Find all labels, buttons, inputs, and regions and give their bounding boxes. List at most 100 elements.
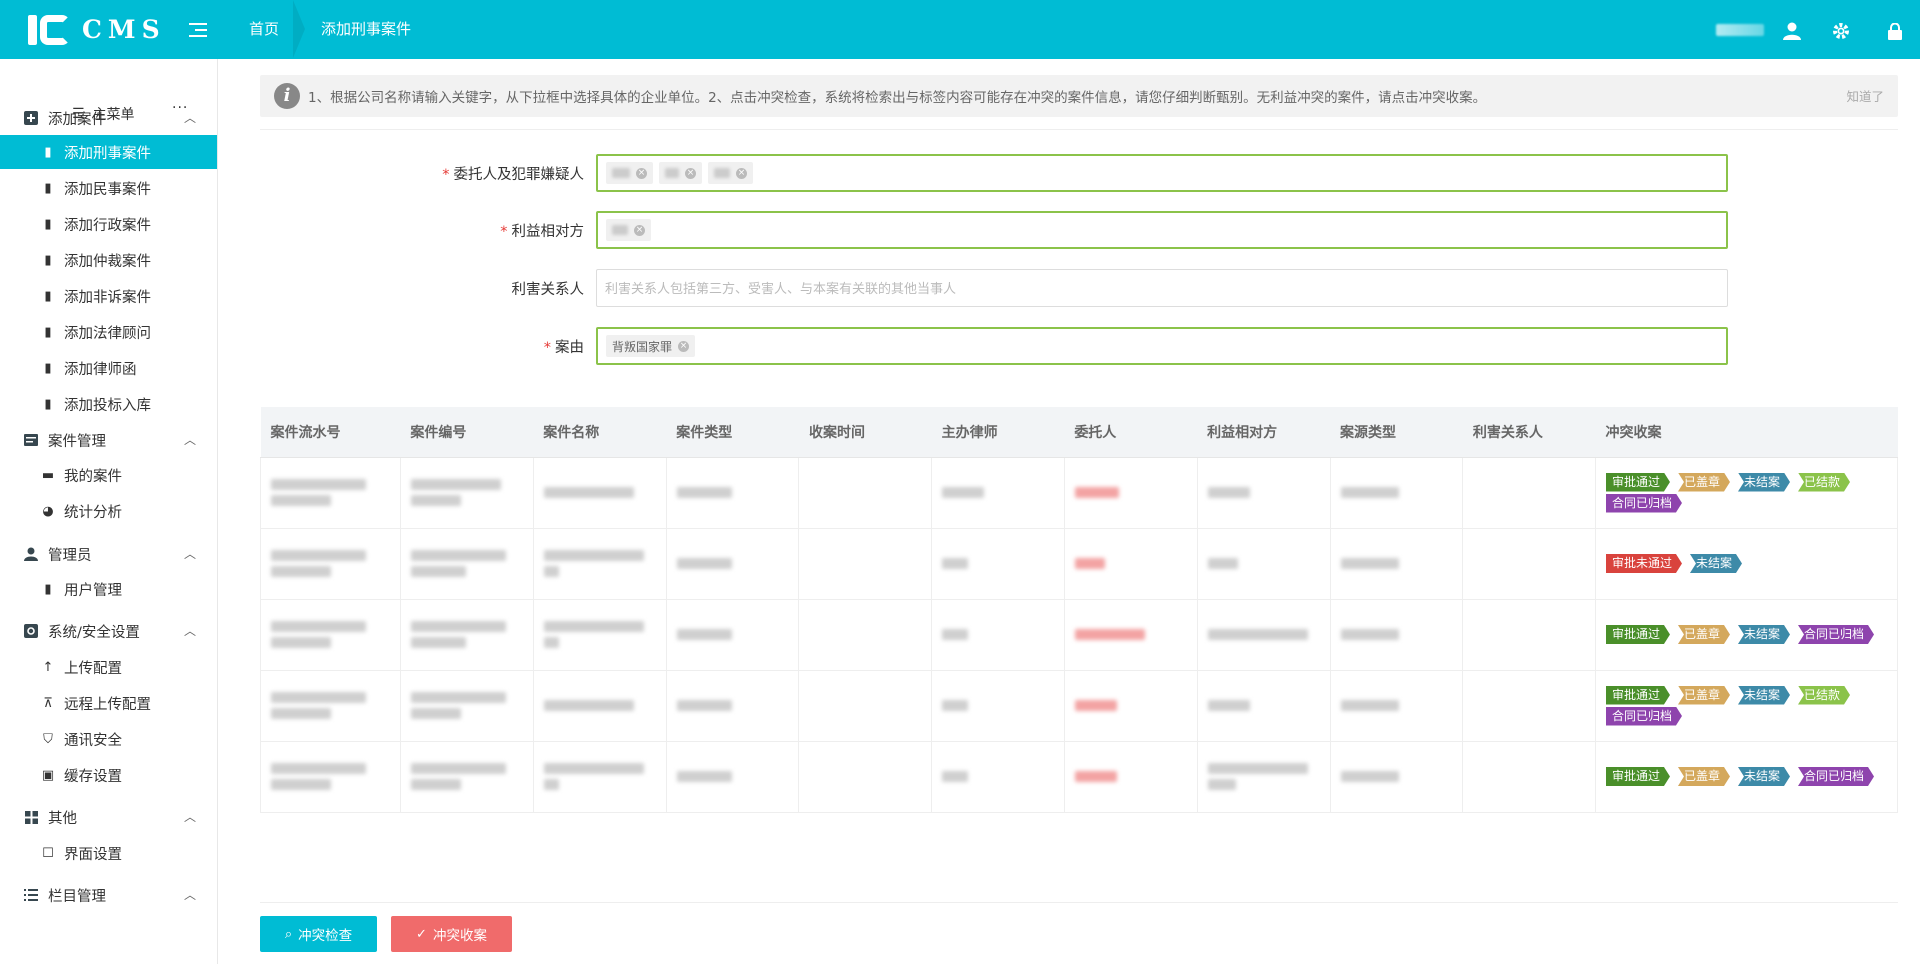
form-row-stakeholder: 利害关系人 bbox=[260, 269, 1760, 307]
sidebar-group-label: 系统/安全设置 bbox=[48, 624, 140, 641]
breadcrumb-separator bbox=[293, 0, 307, 59]
opponent-label: * 利益相对方 bbox=[500, 223, 584, 240]
cell-case-type bbox=[665, 669, 800, 742]
main-content: i 1、根据公司名称请输入关键字，从下拉框中选择具体的企业单位。2、点击冲突检查… bbox=[218, 59, 1920, 964]
cell-serial bbox=[260, 669, 401, 742]
breadcrumb-home[interactable]: 首页 bbox=[235, 0, 293, 59]
breadcrumb-current[interactable]: 添加刑事案件 bbox=[307, 0, 425, 59]
sidebar-group-add-case[interactable]: 添加案件 ︿ bbox=[0, 101, 217, 135]
sidebar-item-user-management[interactable]: ▮ 用户管理 bbox=[0, 572, 217, 606]
client-tag[interactable]: × bbox=[606, 162, 653, 184]
user-name-blurred[interactable] bbox=[1716, 23, 1764, 36]
upload-icon: ⊼ bbox=[43, 695, 53, 711]
cell-case-name bbox=[532, 598, 667, 671]
table-row[interactable]: 审批通过 已盖章 未结案 已结款 合同已归档 bbox=[260, 669, 1899, 742]
tag-remove-icon[interactable]: × bbox=[634, 224, 645, 236]
cause-tag[interactable]: 背叛国家罪 × bbox=[606, 335, 696, 357]
grid-icon bbox=[20, 810, 42, 824]
sidebar-item-add-civil[interactable]: ▮ 添加民事案件 bbox=[0, 171, 217, 205]
cell-opponent bbox=[1196, 669, 1331, 742]
cell-opponent bbox=[1196, 740, 1331, 813]
sidebar-group-other[interactable]: 其他 ︿ bbox=[0, 800, 217, 834]
tag-remove-icon[interactable]: × bbox=[678, 340, 690, 352]
tag-remove-icon[interactable]: × bbox=[636, 167, 647, 179]
sidebar-group-system-security[interactable]: 系统/安全设置 ︿ bbox=[0, 614, 217, 648]
tag-remove-icon[interactable]: × bbox=[736, 167, 747, 179]
cell-case-number bbox=[399, 456, 534, 529]
status-badge: 合同已归档 bbox=[1606, 707, 1682, 726]
gear-icon[interactable] bbox=[1812, 18, 1870, 42]
cell-stakeholder bbox=[1462, 527, 1596, 600]
sidebar-item-upload-config[interactable]: ↑ 上传配置 bbox=[0, 650, 217, 684]
cell-source-type bbox=[1329, 456, 1464, 529]
sidebar-item-label: 添加投标入库 bbox=[64, 397, 151, 414]
opponent-tag-input[interactable]: × bbox=[596, 211, 1728, 249]
plus-square-icon bbox=[20, 111, 42, 125]
sidebar-group-column-management[interactable]: 栏目管理 ︿ bbox=[0, 878, 217, 912]
conflict-accept-button[interactable]: ✓ 冲突收案 bbox=[391, 916, 512, 952]
sidebar-item-communication-security[interactable]: ⛉ 通讯安全 bbox=[0, 722, 217, 756]
sidebar-item-add-arbitration[interactable]: ▮ 添加仲裁案件 bbox=[0, 243, 217, 277]
client-tag[interactable]: × bbox=[659, 162, 702, 184]
user-icon[interactable] bbox=[1772, 18, 1812, 42]
sidebar-item-label: 添加民事案件 bbox=[64, 181, 151, 198]
status-badge: 未结案 bbox=[1738, 473, 1790, 492]
sidebar-item-cache-settings[interactable]: ▣ 缓存设置 bbox=[0, 758, 217, 792]
sidebar-item-remote-upload-config[interactable]: ⊼ 远程上传配置 bbox=[0, 686, 217, 720]
sidebar-group-admin[interactable]: 管理员 ︿ bbox=[0, 537, 217, 571]
sidebar-item-my-cases[interactable]: ▬ 我的案件 bbox=[0, 458, 217, 492]
conflict-check-button[interactable]: ⌕ 冲突检查 bbox=[260, 916, 377, 952]
lock-icon[interactable] bbox=[1870, 18, 1920, 42]
list-card-icon bbox=[20, 434, 42, 446]
tag-remove-icon[interactable]: × bbox=[685, 167, 696, 179]
opponent-tag[interactable]: × bbox=[606, 219, 651, 241]
status-badge: 审批未通过 bbox=[1606, 554, 1682, 573]
col-accept-time: 收案时间 bbox=[798, 407, 932, 458]
sidebar-group-label: 管理员 bbox=[48, 547, 92, 564]
shield-icon: ⛉ bbox=[43, 731, 53, 747]
logo[interactable]: CMS bbox=[0, 0, 175, 59]
sidebar-item-label: 添加仲裁案件 bbox=[64, 253, 151, 270]
sidebar-item-add-administrative[interactable]: ▮ 添加行政案件 bbox=[0, 207, 217, 241]
cell-client bbox=[1063, 527, 1198, 600]
sidebar-item-ui-settings[interactable]: ☐ 界面设置 bbox=[0, 836, 217, 870]
divider bbox=[260, 129, 1898, 130]
table-row[interactable]: 审批通过 已盖章 未结案 合同已归档 bbox=[260, 740, 1899, 813]
book-icon: ▮ bbox=[44, 252, 52, 268]
cell-case-number bbox=[399, 740, 534, 813]
stakeholder-input-box[interactable] bbox=[596, 269, 1728, 307]
tip-dismiss-link[interactable]: 知道了 bbox=[1846, 86, 1884, 105]
sidebar-item-add-lawyer-letter[interactable]: ▮ 添加律师函 bbox=[0, 351, 217, 385]
table-row[interactable]: 审批未通过 未结案 bbox=[260, 527, 1899, 600]
status-badge: 审批通过 bbox=[1606, 473, 1670, 492]
status-badge: 未结案 bbox=[1738, 686, 1790, 705]
sidebar-item-add-bid[interactable]: ▮ 添加投标入库 bbox=[0, 387, 217, 421]
table-row[interactable]: 审批通过 已盖章 未结案 已结款 合同已归档 bbox=[260, 456, 1899, 529]
cause-label: * 案由 bbox=[543, 339, 584, 356]
sidebar-group-case-management[interactable]: 案件管理 ︿ bbox=[0, 423, 217, 457]
cell-case-type bbox=[665, 527, 800, 600]
client-tag[interactable]: × bbox=[708, 162, 753, 184]
sidebar-item-add-non-litigation[interactable]: ▮ 添加非诉案件 bbox=[0, 279, 217, 313]
square-icon: ☐ bbox=[42, 845, 54, 861]
sidebar-item-add-legal-advisor[interactable]: ▮ 添加法律顾问 bbox=[0, 315, 217, 349]
table-row[interactable]: 审批通过 已盖章 未结案 合同已归档 bbox=[260, 598, 1899, 671]
table-header-row: 案件流水号 案件编号 案件名称 案件类型 收案时间 主办律师 委托人 利益相对方… bbox=[260, 407, 1898, 458]
client-tag-input[interactable]: × × × bbox=[596, 154, 1728, 192]
sidebar-item-statistics[interactable]: ◕ 统计分析 bbox=[0, 494, 217, 528]
sidebar-item-label: 添加非诉案件 bbox=[64, 289, 151, 306]
status-badge: 已盖章 bbox=[1678, 767, 1730, 786]
sidebar-item-add-criminal[interactable]: ▮ 添加刑事案件 bbox=[0, 135, 217, 169]
stakeholder-input[interactable] bbox=[605, 280, 1719, 296]
sidebar-item-label: 上传配置 bbox=[64, 660, 122, 677]
conflict-accept-label: 冲突收案 bbox=[432, 928, 487, 944]
sidebar: ☰ 主菜单 ··· 添加案件 ︿ ▮ 添加刑事案件 ▮ 添加民事案件 ▮ 添加行政案件… bbox=[0, 59, 218, 964]
sidebar-item-label: 远程上传配置 bbox=[64, 696, 151, 713]
cell-lead-lawyer bbox=[931, 669, 1065, 742]
cause-tag-input[interactable]: 背叛国家罪 × bbox=[596, 327, 1728, 365]
cell-accept-time bbox=[798, 598, 933, 671]
cell-serial bbox=[260, 527, 401, 600]
cell-opponent bbox=[1196, 527, 1331, 600]
cell-accept-time bbox=[798, 669, 933, 742]
menu-toggle-icon[interactable] bbox=[183, 18, 213, 42]
